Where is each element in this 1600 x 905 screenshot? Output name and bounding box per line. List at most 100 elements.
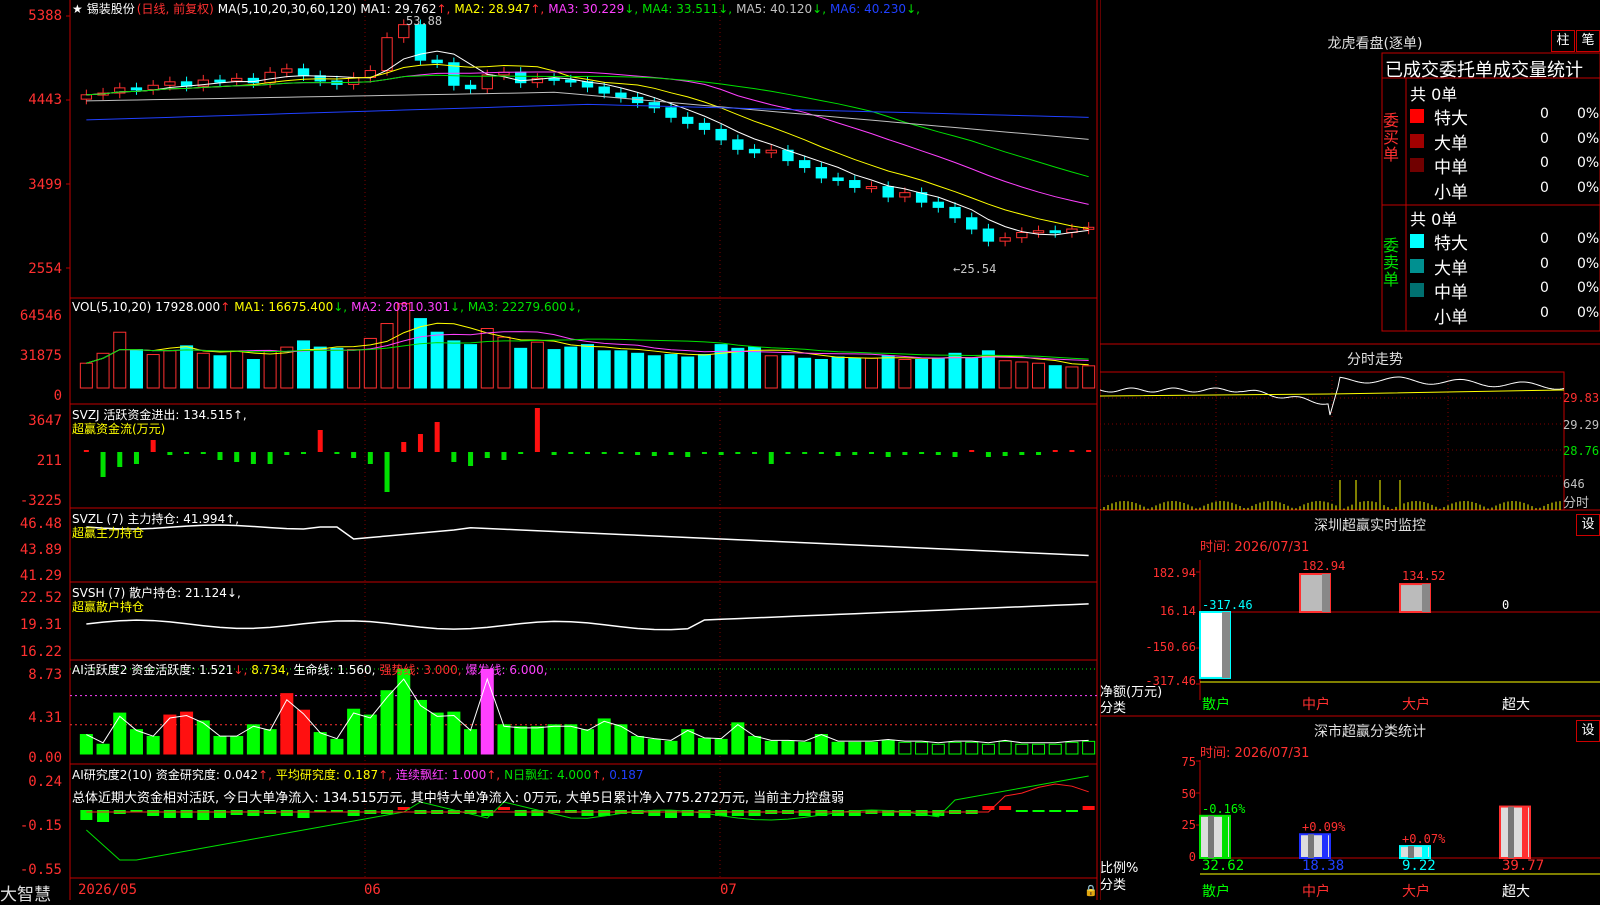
flow-bar: [200, 452, 206, 454]
classify-time: 时间: 2026/07/31: [1200, 746, 1310, 761]
activity-bar: [547, 724, 561, 755]
order-type-label: 特大: [1434, 109, 1468, 129]
flow-bar: [501, 452, 507, 460]
ma-arrow: ↓,: [333, 300, 348, 314]
activity-bar: [79, 734, 93, 755]
volume-bar: [731, 347, 745, 389]
stock-name[interactable]: 锡装股份: [87, 2, 135, 16]
flow-bar: [802, 452, 808, 454]
research-bar: [497, 807, 510, 810]
activity-bar: [447, 711, 461, 755]
activity-bar: [748, 735, 762, 755]
research-bar: [180, 810, 193, 818]
volume-bar: [580, 344, 595, 389]
order-stat-tabs[interactable]: 已成交委托单成交量统计: [1385, 56, 1583, 82]
volume-bar: [1065, 366, 1079, 389]
ma-arrow: ↓,: [812, 2, 827, 16]
volume-bar: [798, 357, 812, 389]
flow-bar: [334, 452, 340, 454]
low-marker: ←25.54: [953, 262, 997, 276]
activity-bar: [180, 711, 194, 755]
classify-tick: 50: [1181, 787, 1196, 801]
monitor-category: 散户: [1202, 696, 1230, 713]
brand-logo[interactable]: 大智慧: [0, 880, 51, 905]
volume-bar: [748, 346, 762, 389]
retail-holding-line: [86, 603, 1089, 631]
volume-bar: [898, 358, 912, 389]
activity-bar: [430, 712, 444, 755]
order-count: 0: [1540, 231, 1549, 247]
candle-body: [281, 68, 293, 73]
svzj-tick: 211: [36, 453, 62, 469]
svzj-tick: -3225: [19, 493, 62, 509]
chart-mode[interactable]: (日线, 前复权): [137, 2, 214, 16]
flow-bar: [701, 452, 707, 454]
candle-body: [615, 92, 627, 98]
order-row: 小单 0 0%: [1406, 178, 1600, 203]
minute-chart-title: 分时走势: [1347, 352, 1403, 368]
monitor-category: 中户: [1302, 696, 1330, 713]
monitor-bar-shade: [1322, 574, 1330, 612]
monitor-tick: 182.94: [1152, 566, 1196, 580]
favorite-star-icon[interactable]: ★: [72, 2, 83, 16]
activity-bar: [230, 735, 244, 755]
vol-arrow: ↑: [220, 300, 231, 314]
classify-category: 散户: [1202, 883, 1230, 900]
candle-body: [1049, 230, 1061, 234]
research-bar: [1049, 810, 1062, 812]
volume-bar: [113, 331, 127, 389]
flow-bar: [301, 452, 307, 454]
activity-bar: [263, 729, 277, 755]
order-percent: 0%: [1577, 179, 1600, 196]
candle-body: [999, 237, 1011, 242]
monitor-value-label: -317.46: [1202, 598, 1253, 612]
activity-bar: [714, 738, 728, 755]
research-bar: [1032, 810, 1045, 812]
ma-arrow: ↓,: [906, 2, 920, 16]
lock-icon[interactable]: 🔒: [1084, 884, 1098, 897]
volume-bar: [497, 336, 511, 389]
tick-view-button[interactable]: 笔: [1576, 30, 1600, 52]
buy-total: 共 0单: [1410, 85, 1458, 104]
flow-bar: [668, 452, 674, 455]
classify-settings-button[interactable]: 设: [1576, 720, 1600, 742]
candle-body: [765, 149, 777, 154]
flow-bar: [1052, 450, 1058, 452]
svzj-tick: 3647: [28, 413, 62, 429]
activity-bar: [213, 735, 227, 755]
flow-bar: [718, 452, 724, 455]
candle-body: [548, 77, 560, 81]
ai2-tick: 0.24: [28, 774, 62, 790]
minute-unit: 分时: [1563, 496, 1590, 511]
volume-bar: [447, 340, 461, 389]
classify-bar-shade: [1408, 846, 1414, 858]
volume-bar: [230, 350, 244, 389]
flow-bar: [234, 452, 240, 462]
volume-bar: [814, 358, 828, 389]
candle-body: [565, 79, 577, 83]
classify-bar-color: [1522, 806, 1528, 858]
monitor-settings-button[interactable]: 设: [1576, 514, 1600, 536]
column-view-button[interactable]: 柱: [1551, 30, 1575, 52]
ma-line: [86, 103, 1089, 121]
ai2-v5: 0.187: [609, 768, 644, 782]
classify-value-label: 39.77: [1502, 858, 1544, 874]
flow-bar: [935, 452, 941, 455]
volume-bar: [614, 350, 628, 389]
flow-bar: [417, 434, 423, 452]
ma-arrow: ↓,: [718, 2, 733, 16]
order-percent: 0%: [1577, 155, 1600, 171]
minute-tick: 29.29: [1563, 418, 1600, 432]
volume-bar: [129, 349, 143, 389]
order-row: 特大 0 0%: [1406, 229, 1600, 254]
flow-bar: [217, 452, 223, 460]
flow-bar: [384, 452, 390, 492]
flow-bar: [651, 452, 657, 456]
main-chart-canvas[interactable]: [0, 0, 1100, 900]
flow-bar: [818, 452, 824, 454]
candle-body: [381, 37, 393, 72]
candle-body: [231, 77, 243, 82]
candle-body: [80, 94, 93, 100]
order-percent: 0%: [1577, 130, 1600, 147]
minute-tick: 28.76: [1563, 444, 1600, 458]
